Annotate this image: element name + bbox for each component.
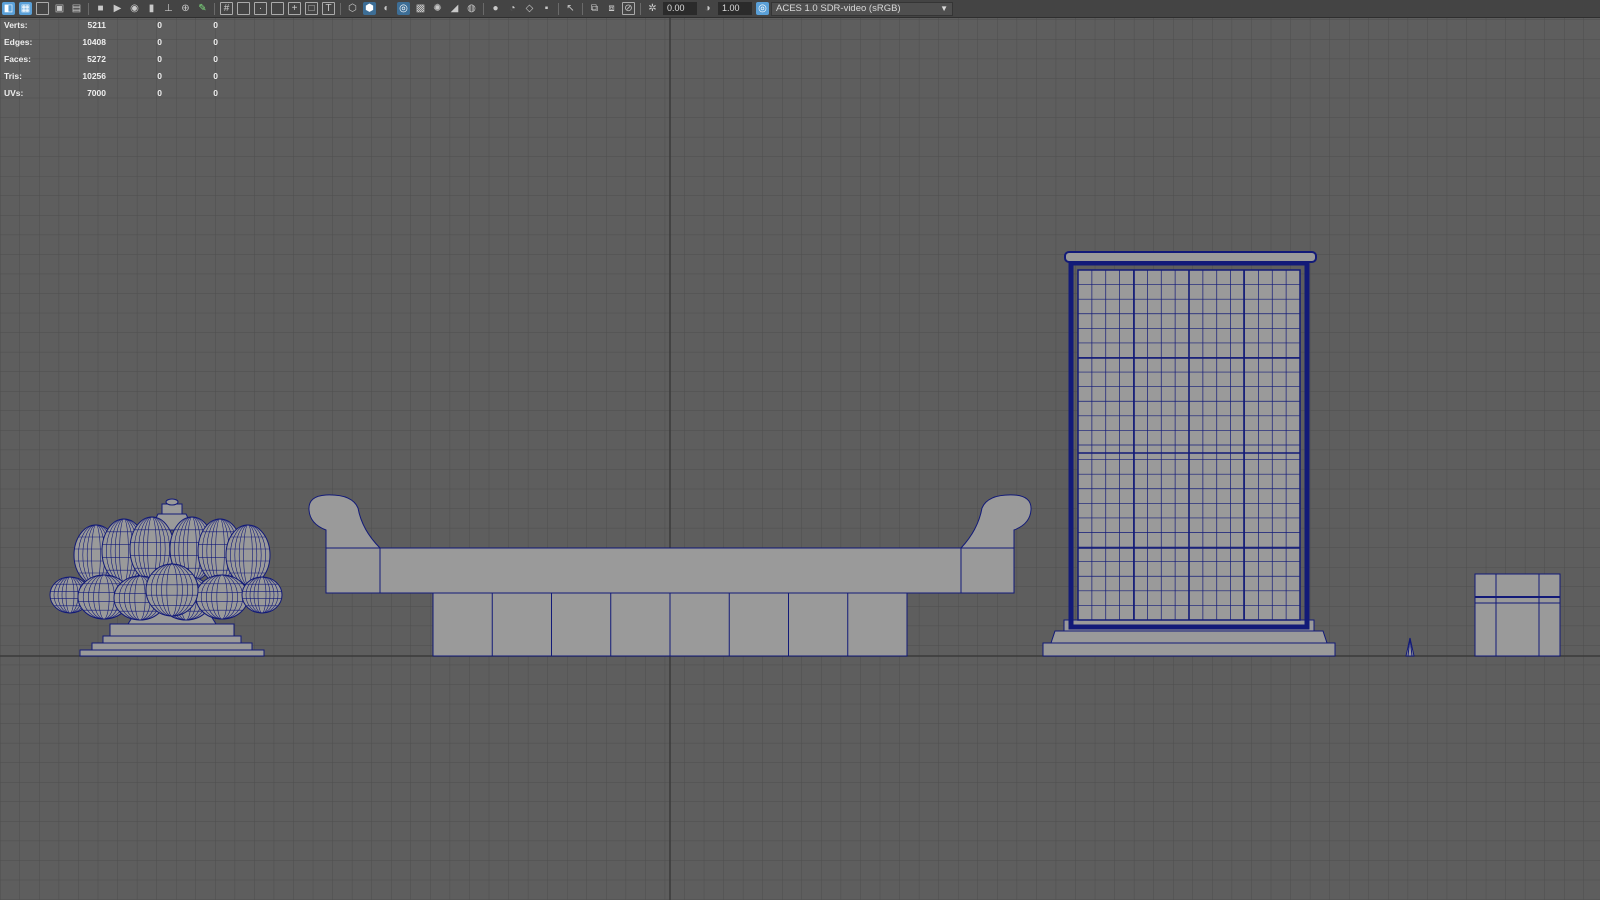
safe-action-icon[interactable]: □	[305, 2, 318, 15]
image-plane-icon[interactable]: ▣	[53, 2, 66, 15]
poly-count-hud: Verts: 5211 0 0 Edges: 10408 0 0 Faces: …	[4, 19, 224, 104]
background-grid	[0, 18, 1600, 900]
xray-icon[interactable]: ▪	[540, 2, 553, 15]
hud-row-tris: Tris: 10256 0 0	[4, 70, 224, 87]
resolution-gate-icon[interactable]: ·	[254, 2, 267, 15]
default-material-icon[interactable]: ◐	[380, 2, 393, 15]
gamma-icon[interactable]: ◑	[701, 2, 714, 15]
screen-space-ao-icon[interactable]: ◢	[448, 2, 461, 15]
depth-of-field-icon[interactable]: ◔	[506, 2, 519, 15]
hud-object-count: 5211	[87, 20, 106, 30]
select-camera-icon[interactable]: ◧	[2, 2, 15, 15]
toolbar-separator	[582, 2, 583, 15]
wireframe-icon[interactable]: ⬡	[346, 2, 359, 15]
hud-highlighted-count: 0	[213, 54, 218, 64]
field-chart-icon[interactable]: +	[288, 2, 301, 15]
hud-row-edges: Edges: 10408 0 0	[4, 36, 224, 53]
smooth-shade-icon[interactable]: ⬢	[363, 2, 376, 15]
toolbar-separator	[640, 2, 641, 15]
bookmark-icon[interactable]	[36, 2, 49, 15]
hud-label: Edges:	[4, 37, 33, 47]
gamma-field[interactable]: 1.00	[718, 2, 752, 15]
film-gate-icon[interactable]	[237, 2, 250, 15]
xray-joints-icon[interactable]: ↖	[564, 2, 577, 15]
hud-highlighted-count: 0	[213, 71, 218, 81]
small-box-mesh[interactable]	[1474, 573, 1561, 657]
use-all-lights-icon[interactable]: ▩	[414, 2, 427, 15]
chevron-down-icon: ▼	[940, 3, 948, 13]
toolbar-separator	[214, 2, 215, 15]
textured-icon[interactable]: ◎	[397, 2, 410, 15]
camera-attributes-icon[interactable]: ▦	[19, 2, 32, 15]
window-screen-mesh[interactable]	[1042, 251, 1336, 657]
gate-mask-icon[interactable]	[271, 2, 284, 15]
hud-selected-count: 0	[157, 20, 162, 30]
motion-blur-icon[interactable]: ◍	[465, 2, 478, 15]
hud-label: Verts:	[4, 20, 28, 30]
isolate-select-icon[interactable]: ◇	[523, 2, 536, 15]
toolbar-separator	[558, 2, 559, 15]
camera-lock-icon[interactable]: ▶	[111, 2, 124, 15]
hud-object-count: 10408	[82, 37, 106, 47]
hud-object-count: 5272	[87, 54, 106, 64]
xray-components-icon[interactable]: ⧉	[588, 2, 601, 15]
two-d-pan-icon[interactable]: ▤	[70, 2, 83, 15]
hud-row-verts: Verts: 5211 0 0	[4, 19, 224, 36]
hud-object-count: 10256	[82, 71, 106, 81]
bookmark-flag-icon[interactable]: ▮	[145, 2, 158, 15]
hud-highlighted-count: 0	[213, 37, 218, 47]
hud-label: Faces:	[4, 54, 31, 64]
hud-selected-count: 0	[157, 88, 162, 98]
hud-highlighted-count: 0	[213, 88, 218, 98]
hud-label: Tris:	[4, 71, 22, 81]
color-space-dropdown[interactable]: ACES 1.0 SDR-video (sRGB) ▼	[771, 1, 953, 16]
hud-object-count: 7000	[87, 88, 106, 98]
hud-highlighted-count: 0	[213, 20, 218, 30]
toolbar-separator	[340, 2, 341, 15]
shadows-icon[interactable]: ✺	[431, 2, 444, 15]
safe-title-icon[interactable]: T	[322, 2, 335, 15]
exposure-icon[interactable]: ✲	[646, 2, 659, 15]
transparency-icon[interactable]: ⧈	[605, 2, 618, 15]
hud-row-faces: Faces: 5272 0 0	[4, 53, 224, 70]
exposure-field[interactable]: 0.00	[663, 2, 697, 15]
hud-selected-count: 0	[157, 71, 162, 81]
hud-selected-count: 0	[157, 54, 162, 64]
hud-label: UVs:	[4, 88, 24, 98]
hud-selected-count: 0	[157, 37, 162, 47]
pivot-icon[interactable]: ⊕	[179, 2, 192, 15]
viewport[interactable]	[0, 18, 1600, 900]
toolbar-separator	[483, 2, 484, 15]
backface-icon[interactable]: ⊘	[622, 2, 635, 15]
pencil-icon[interactable]: ✎	[196, 2, 209, 15]
color-space-label: ACES 1.0 SDR-video (sRGB)	[776, 2, 901, 14]
hud-row-uvs: UVs: 7000 0 0	[4, 87, 224, 104]
color-management-icon[interactable]: ◎	[756, 2, 769, 15]
snap-icon[interactable]: ⊥	[162, 2, 175, 15]
grid-icon[interactable]: #	[220, 2, 233, 15]
toolbar-separator	[88, 2, 89, 15]
viewport-toolbar: ◧ ▦ ▣ ▤ ■ ▶ ◉ ▮ ⊥ ⊕ ✎ # · + □ T ⬡ ⬢ ◐ ◎ …	[0, 0, 1600, 18]
camera-icon[interactable]: ■	[94, 2, 107, 15]
camera-track-icon[interactable]: ◉	[128, 2, 141, 15]
anti-aliasing-icon[interactable]: ●	[489, 2, 502, 15]
